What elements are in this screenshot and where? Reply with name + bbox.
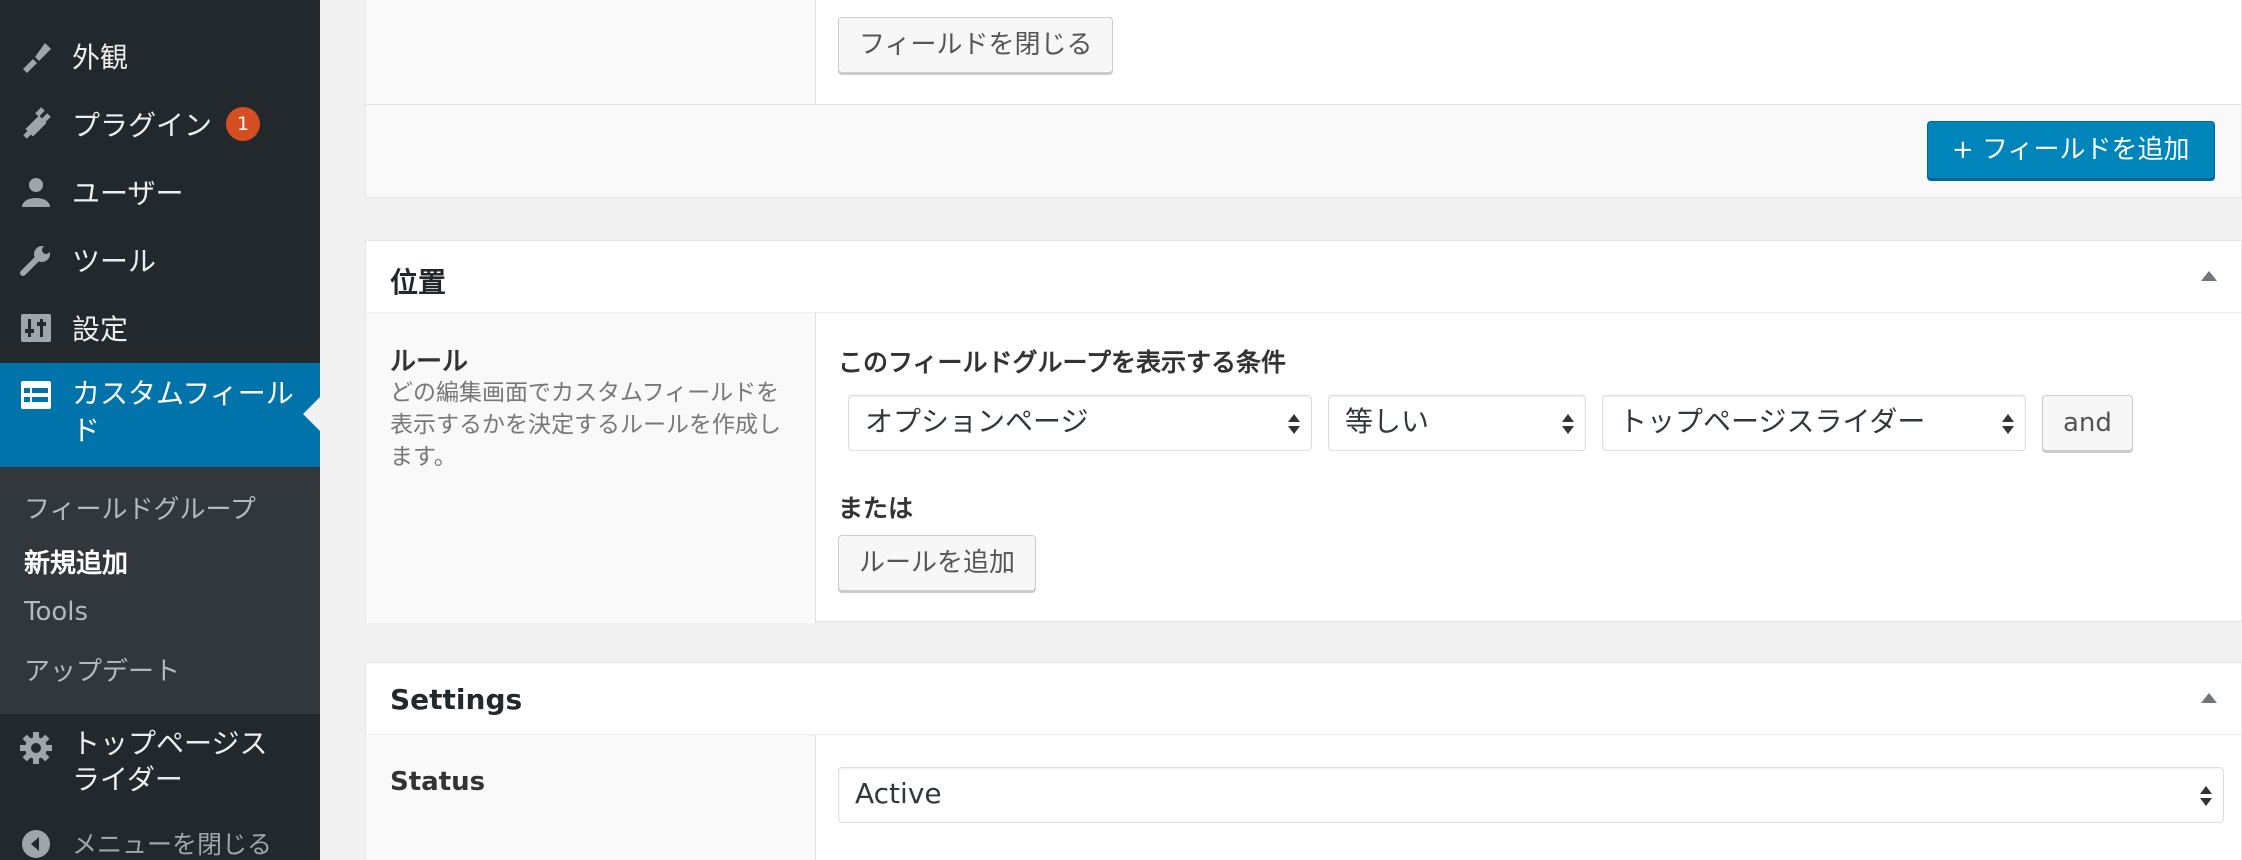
fields-panel: フィールドを閉じる + フィールドを追加	[365, 0, 2242, 198]
rule-param-select[interactable]: オプションページ	[848, 395, 1312, 451]
paintbrush-icon	[18, 38, 54, 74]
current-menu-arrow	[303, 397, 320, 431]
plugin-icon	[18, 106, 54, 142]
menu-label: ツール	[72, 245, 157, 278]
rules-label: ルール	[390, 347, 469, 377]
custom-fields-icon	[18, 377, 54, 413]
update-count-badge: 1	[226, 107, 261, 141]
menu-label: プラグイン	[72, 109, 213, 142]
menu-item-top-slider[interactable]: トップページスライダー	[0, 718, 320, 808]
user-icon	[18, 174, 54, 210]
location-panel-header: 位置	[366, 241, 2241, 313]
menu-label: 外観	[72, 41, 129, 74]
collapse-menu-button[interactable]: メニューを閉じる	[0, 826, 320, 860]
location-panel: 位置 ルール どの編集画面でカスタムフィールドを表示するかを決定するルールを作成…	[365, 240, 2242, 623]
submenu-item-add-new[interactable]: 新規追加	[24, 543, 128, 580]
rules-row: ルール どの編集画面でカスタムフィールドを表示するかを決定するルールを作成します…	[366, 313, 2241, 623]
menu-label: 設定	[72, 313, 129, 346]
rules-description: どの編集画面でカスタムフィールドを表示するかを決定するルールを作成します。	[390, 380, 781, 470]
panel-toggle-icon[interactable]	[2201, 693, 2217, 703]
menu-item-settings[interactable]: 設定	[0, 294, 320, 362]
settings-panel: Settings Status Active	[365, 662, 2242, 860]
submenu-item-field-groups[interactable]: フィールドグループ	[24, 489, 256, 526]
and-rule-button[interactable]: and	[2042, 395, 2133, 451]
admin-sidebar: 外観 プラグイン 1 ユーザー ツール 設定 カスタムフィールド フィールドグルー…	[0, 0, 320, 860]
select-value: トップページスライダー	[1619, 405, 1926, 438]
settings-sliders-icon	[18, 310, 54, 346]
collapse-arrow-icon	[18, 826, 54, 860]
select-arrows-icon	[2200, 786, 2212, 806]
menu-item-tools[interactable]: ツール	[0, 226, 320, 294]
panel-title: Settings	[390, 683, 523, 716]
menu-label: メニューを閉じる	[72, 830, 273, 859]
submenu-item-updates[interactable]: アップデート	[24, 651, 180, 688]
field-row: フィールドを閉じる	[366, 0, 2241, 105]
menu-item-appearance[interactable]: 外観	[0, 22, 320, 90]
or-label: または	[838, 494, 914, 523]
select-value: オプションページ	[865, 405, 1089, 438]
menu-item-custom-fields[interactable]: カスタムフィールド	[0, 363, 320, 467]
panel-toggle-icon[interactable]	[2201, 271, 2217, 281]
menu-item-plugins[interactable]: プラグイン 1	[0, 90, 320, 158]
settings-panel-header: Settings	[366, 663, 2241, 735]
status-select[interactable]: Active	[838, 767, 2224, 823]
main-content: フィールドを閉じる + フィールドを追加 位置 ルール どの編集画面でカスタムフ…	[320, 0, 2242, 860]
panel-title: 位置	[390, 266, 447, 299]
gear-icon	[18, 730, 54, 766]
submenu-item-tools[interactable]: Tools	[24, 597, 88, 627]
select-value: 等しい	[1345, 405, 1430, 438]
add-rule-button[interactable]: ルールを追加	[838, 535, 1037, 591]
select-arrows-icon	[2002, 414, 2014, 434]
condition-title: このフィールドグループを表示する条件	[838, 348, 1287, 377]
custom-fields-submenu: フィールドグループ 新規追加 Tools アップデート	[0, 467, 320, 714]
close-field-button[interactable]: フィールドを閉じる	[838, 17, 1114, 73]
rule-value-select[interactable]: トップページスライダー	[1602, 395, 2026, 451]
menu-label: ユーザー	[72, 177, 184, 210]
rule-operator-select[interactable]: 等しい	[1328, 395, 1586, 451]
menu-label: トップページスライダー	[72, 727, 268, 796]
select-arrows-icon	[1562, 414, 1574, 434]
menu-label: カスタムフィールド	[72, 377, 294, 447]
menu-item-users[interactable]: ユーザー	[0, 158, 320, 226]
status-row: Status Active	[366, 735, 2241, 860]
wrench-icon	[18, 242, 54, 278]
status-label: Status	[390, 767, 486, 797]
select-arrows-icon	[1288, 414, 1300, 434]
field-row-label-column	[366, 0, 816, 104]
select-value: Active	[855, 777, 942, 810]
add-field-button[interactable]: + フィールドを追加	[1927, 121, 2215, 179]
status-label-column: Status	[366, 735, 816, 860]
rules-label-column: ルール どの編集画面でカスタムフィールドを表示するかを決定するルールを作成します…	[366, 313, 816, 623]
